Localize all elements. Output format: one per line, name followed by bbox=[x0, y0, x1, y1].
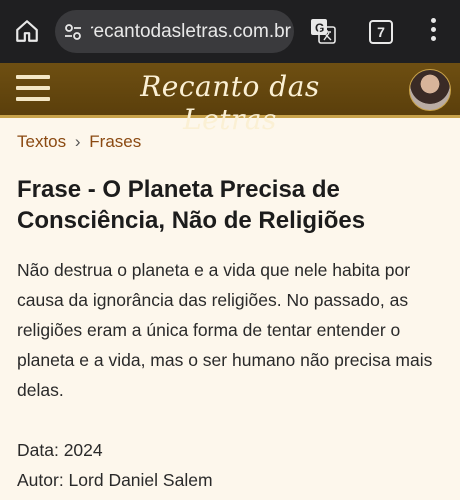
tab-switcher-button[interactable]: 7 bbox=[369, 20, 393, 44]
url-text[interactable]: recantodasletras.com.br bbox=[91, 21, 291, 43]
browser-toolbar: recantodasletras.com.br G 7 bbox=[0, 0, 460, 63]
address-bar[interactable]: recantodasletras.com.br bbox=[55, 10, 294, 53]
article-title: Frase - O Planeta Precisa de Consciência… bbox=[17, 176, 366, 234]
site-logo[interactable]: Recanto das Letras bbox=[100, 70, 360, 136]
site-settings-icon[interactable] bbox=[63, 22, 83, 42]
breadcrumb-link-frases[interactable]: Frases bbox=[89, 132, 141, 151]
breadcrumb-link-textos[interactable]: Textos bbox=[17, 132, 66, 151]
article-author: Autor: Lord Daniel Salem bbox=[17, 470, 213, 490]
home-icon[interactable] bbox=[14, 18, 40, 44]
translate-icon[interactable]: G bbox=[310, 18, 336, 44]
article-body: Não destrua o planeta e a vida que nele … bbox=[17, 260, 433, 400]
site-header: Recanto das Letras bbox=[0, 63, 460, 136]
article-date: Data: 2024 bbox=[17, 440, 103, 460]
more-options-icon[interactable] bbox=[427, 18, 439, 44]
breadcrumb: Textos › Frases bbox=[17, 132, 141, 152]
user-avatar[interactable] bbox=[409, 69, 451, 111]
breadcrumb-separator: › bbox=[74, 132, 81, 151]
hamburger-menu-icon[interactable] bbox=[16, 75, 50, 101]
